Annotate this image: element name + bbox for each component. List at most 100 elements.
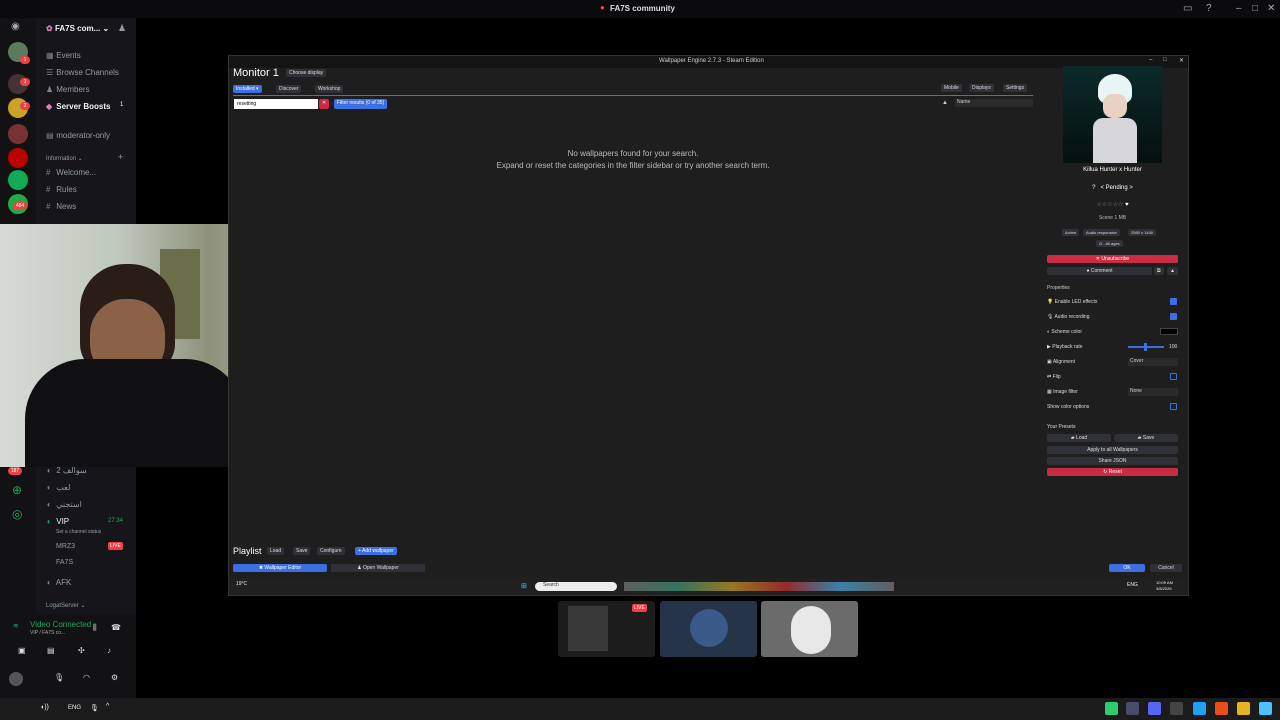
add-server-icon[interactable]: ⊕ xyxy=(12,483,22,497)
wallpaper-editor-button[interactable]: ✖ Wallpaper Editor xyxy=(233,564,327,572)
share-json-button[interactable]: Share JSON xyxy=(1047,457,1178,465)
user-video-tile[interactable] xyxy=(761,601,858,657)
help-icon[interactable]: ? xyxy=(1206,3,1212,14)
unsubscribe-button[interactable]: ✕ Unsubscribe xyxy=(1047,255,1178,263)
led-checkbox[interactable] xyxy=(1170,298,1177,305)
search-box[interactable]: Search xyxy=(535,582,617,591)
add-member-icon[interactable]: ♟ xyxy=(118,23,126,34)
app-icon[interactable] xyxy=(1126,702,1139,715)
voice-channel-vip[interactable]: ◖ VIP xyxy=(46,517,69,526)
add-channel-icon[interactable]: + xyxy=(118,152,123,162)
voice-channel-2[interactable]: ◖ ﻟﻌﺐ xyxy=(46,483,70,492)
sort-direction-icon[interactable]: ▲ xyxy=(942,100,948,106)
language-indicator[interactable]: ENG xyxy=(1127,582,1138,588)
discord-icon[interactable] xyxy=(1148,702,1161,715)
gear-icon[interactable]: ⚙ xyxy=(111,673,118,682)
channel-moderator[interactable]: ▤ moderator-only xyxy=(46,131,110,140)
channel-status[interactable]: Set a channel status xyxy=(56,529,101,535)
discover-icon[interactable]: ◎ xyxy=(12,507,22,521)
channel-events[interactable]: ▦ Events xyxy=(46,51,81,60)
app-icon[interactable] xyxy=(1105,702,1118,715)
minimize-icon[interactable]: – xyxy=(1236,3,1242,14)
open-wallpaper-button[interactable]: ♟ Open Wallpaper xyxy=(331,564,425,572)
share-icon[interactable]: ⧉ xyxy=(1154,267,1164,275)
voice-user[interactable]: FA7S xyxy=(56,559,73,566)
camera-icon[interactable]: ▣ xyxy=(18,646,26,655)
avatar[interactable] xyxy=(9,672,23,686)
cancel-button[interactable]: Cancel xyxy=(1150,564,1182,572)
voice-connected-sub[interactable]: VIP / FA7S co... xyxy=(30,630,65,636)
mic-icon[interactable]: 🎙 xyxy=(90,704,99,712)
warning-icon[interactable]: ▲ xyxy=(1167,267,1178,275)
channel-news[interactable]: # News xyxy=(46,202,76,211)
windows-start-icon[interactable] xyxy=(1259,702,1272,715)
edge-icon[interactable] xyxy=(1193,702,1206,715)
ok-button[interactable]: OK xyxy=(1109,564,1145,572)
channel-browse[interactable]: ☰ Browse Channels xyxy=(46,68,119,77)
inbox-icon[interactable]: ▭ xyxy=(1183,3,1192,14)
flip-checkbox[interactable] xyxy=(1170,373,1177,380)
close-icon[interactable]: ✕ xyxy=(1267,3,1275,14)
channel-welcome[interactable]: # Welcome... xyxy=(46,168,96,177)
weather-widget[interactable]: 19°C xyxy=(236,581,247,587)
rating-stars[interactable]: ☆☆☆☆☆ ♥ xyxy=(1047,201,1178,208)
minimize-icon[interactable]: – xyxy=(1149,57,1152,63)
user-video-tile[interactable] xyxy=(660,601,757,657)
heart-icon[interactable]: ♥ xyxy=(1125,202,1129,208)
tab-workshop[interactable]: Workshop xyxy=(315,85,344,93)
explorer-icon[interactable] xyxy=(1237,702,1250,715)
pinned-apps[interactable] xyxy=(624,582,894,591)
tab-displays[interactable]: Displays xyxy=(969,84,994,92)
slider-handle[interactable] xyxy=(1144,343,1147,351)
reset-button[interactable]: ↻ Reset xyxy=(1047,468,1178,476)
color-options-checkbox[interactable] xyxy=(1170,403,1177,410)
playlist-load-button[interactable]: Load xyxy=(267,547,285,555)
load-preset-button[interactable]: ▰ Load xyxy=(1047,434,1111,442)
voice-channel-1[interactable]: ◖ 2 ﺳﻮاﻟﻒ xyxy=(46,466,87,475)
audio-checkbox[interactable] xyxy=(1170,313,1177,320)
maximize-icon[interactable]: □ xyxy=(1252,3,1258,14)
server-icon-5[interactable] xyxy=(8,148,28,168)
color-swatch[interactable] xyxy=(1160,328,1178,335)
app-icon[interactable] xyxy=(1170,702,1183,715)
noise-suppression-icon[interactable]: ⫼ xyxy=(93,623,97,633)
channel-boosts[interactable]: ◆ Server Boosts xyxy=(46,102,110,111)
sort-select[interactable]: Name xyxy=(955,99,1033,107)
save-preset-button[interactable]: ▰ Save xyxy=(1114,434,1178,442)
comment-button[interactable]: ● Comment xyxy=(1047,267,1152,275)
mic-icon[interactable]: 🎙 xyxy=(54,673,64,682)
filter-results-button[interactable]: Filter results (0 of 35) xyxy=(334,99,388,109)
screen-share-icon[interactable]: ▤ xyxy=(47,646,55,655)
search-input[interactable] xyxy=(234,99,318,109)
headphones-icon[interactable]: ◠ xyxy=(83,673,90,682)
add-wallpaper-button[interactable]: + Add wallpaper xyxy=(355,547,397,555)
playlist-configure-button[interactable]: Configure xyxy=(317,547,345,555)
choose-display-button[interactable]: Choose display xyxy=(286,69,327,77)
tab-discover[interactable]: Discover xyxy=(276,85,302,93)
voice-user[interactable]: MRZ3 xyxy=(56,543,75,550)
chevron-up-icon[interactable]: ^ xyxy=(106,703,109,710)
clear-search-button[interactable]: ✕ xyxy=(319,99,330,109)
tab-settings[interactable]: Settings xyxy=(1003,84,1028,92)
stream-tile[interactable]: LIVE xyxy=(558,601,655,657)
soundboard-icon[interactable]: ♪ xyxy=(107,646,111,655)
alignment-select[interactable]: Cover xyxy=(1128,358,1178,366)
voice-channel-3[interactable]: ◖ ﺍﺳﺘﺠﻨﻲ xyxy=(46,500,82,509)
voice-channel-afk[interactable]: ◖ AFK xyxy=(46,578,71,587)
image-filter-select[interactable]: None xyxy=(1128,388,1178,396)
close-icon[interactable]: ✕ xyxy=(1179,57,1184,64)
channel-members[interactable]: ♟ Members xyxy=(46,85,90,94)
chrome-icon[interactable] xyxy=(1215,702,1228,715)
server-icon-4[interactable] xyxy=(8,124,28,144)
maximize-icon[interactable]: □ xyxy=(1163,57,1167,63)
server-icon-6[interactable] xyxy=(8,170,28,190)
tab-mobile[interactable]: Mobile xyxy=(941,84,962,92)
server-name[interactable]: ✿ FA7S com... ⌄ xyxy=(46,24,109,33)
category-information[interactable]: Information ⌄ xyxy=(46,155,83,162)
speaker-icon[interactable]: ◖)) xyxy=(40,704,49,711)
disconnect-icon[interactable]: ☎ xyxy=(111,623,121,632)
windows-start-icon[interactable]: ⊞ xyxy=(521,582,527,590)
language-indicator[interactable]: ENG xyxy=(68,705,81,711)
apply-all-button[interactable]: Apply to all Wallpapers xyxy=(1047,446,1178,454)
tab-installed[interactable]: Installed ▾ xyxy=(233,85,262,93)
